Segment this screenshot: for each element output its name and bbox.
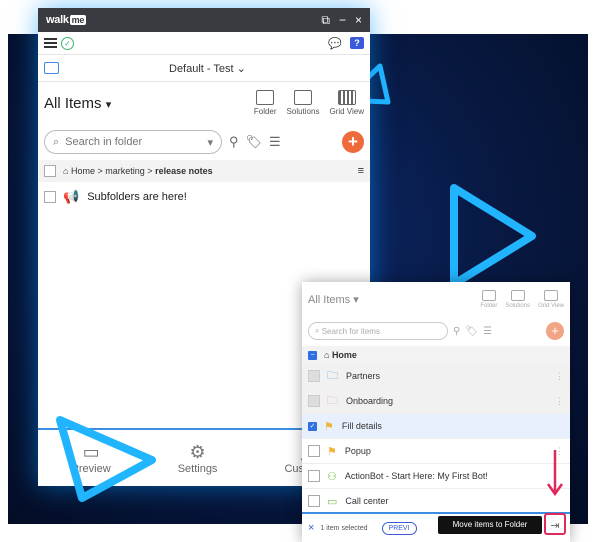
- tag-icon[interactable]: 🏷: [465, 326, 478, 337]
- select-all-checkbox[interactable]: [44, 165, 56, 177]
- preview-button[interactable]: ▭ Preview: [72, 442, 111, 475]
- titlebar: walk me ⧉ − ×: [38, 8, 370, 32]
- folder-add-icon: [256, 90, 275, 105]
- settings-button[interactable]: ⚙ Settings: [178, 442, 218, 475]
- panel-breadcrumb: − ⌂ Home: [302, 346, 570, 364]
- filter-icon[interactable]: ⚲: [453, 326, 460, 337]
- environment-bar: Default - Test ⌄: [38, 55, 370, 82]
- search-row: ⌕ ▾ ⚲ 🏷 ☰ +: [38, 124, 370, 160]
- folder-icon: 🗀: [327, 394, 338, 407]
- search-input[interactable]: [63, 135, 198, 149]
- panel-grid-view-button[interactable]: Grid View: [538, 289, 564, 309]
- row-checkbox[interactable]: [308, 370, 320, 382]
- all-items-dropdown[interactable]: All Items ▾: [44, 95, 111, 112]
- breadcrumb-marketing[interactable]: marketing: [105, 166, 145, 176]
- breadcrumb-current: release notes: [155, 166, 213, 176]
- search-box: ⌕ ▾: [44, 130, 222, 154]
- chat-icon[interactable]: 💬: [328, 37, 342, 50]
- row-menu-icon[interactable]: ⋮: [555, 446, 564, 457]
- move-folder-icon: ⇥: [550, 520, 560, 532]
- gear-icon: ⚙: [189, 441, 206, 462]
- smart-walkthru-icon: ⚑: [324, 420, 334, 433]
- sort-icon[interactable]: ☰: [269, 134, 281, 150]
- select-all-checkbox[interactable]: −: [308, 350, 317, 360]
- panel-search-row: ⌕ Search for items ⚲ 🏷 ☰ +: [302, 316, 570, 346]
- panel-add-button[interactable]: +: [546, 322, 564, 340]
- screen-icon[interactable]: [44, 62, 59, 74]
- launcher-icon: ▭: [327, 495, 338, 508]
- help-icon[interactable]: ?: [350, 37, 364, 49]
- table-row[interactable]: ✓ ⚑ Fill details: [302, 414, 570, 439]
- search-dropdown-icon[interactable]: ▾: [207, 136, 213, 149]
- move-to-folder-button[interactable]: ⇥: [544, 513, 566, 535]
- items-panel-overlay: All Items ▾ Folder Solutions Grid View ⌕…: [302, 282, 570, 542]
- move-to-folder-tooltip: Move items to Folder: [438, 516, 542, 534]
- megaphone-icon: 📢: [63, 189, 80, 204]
- solutions-icon: [294, 90, 312, 105]
- list-item[interactable]: 📢 Subfolders are here!: [38, 182, 370, 212]
- menu-icon[interactable]: [44, 38, 57, 48]
- table-row[interactable]: ▭ Call center: [302, 489, 570, 514]
- panel-crumb-home[interactable]: Home: [332, 350, 357, 360]
- row-checkbox[interactable]: [308, 445, 320, 457]
- breadcrumb: ⌂ Home > marketing > release notes ≡: [38, 160, 370, 182]
- restore-icon[interactable]: ⧉: [321, 13, 330, 28]
- row-checkbox[interactable]: [308, 495, 320, 507]
- preview-button[interactable]: PREVI: [381, 521, 417, 535]
- row-checkbox[interactable]: [308, 395, 320, 407]
- environment-selector[interactable]: Default - Test ⌄: [169, 62, 246, 75]
- row-menu-icon[interactable]: ⋮: [555, 396, 564, 407]
- grid-view-button[interactable]: Grid View: [329, 90, 364, 116]
- items-header: All Items ▾ Folder Solutions Grid View: [38, 82, 370, 124]
- panel-header: All Items ▾ Folder Solutions Grid View: [302, 282, 570, 316]
- folder-icon: 🗀: [327, 369, 338, 382]
- table-row[interactable]: ⚑ Popup ⋮: [302, 439, 570, 464]
- search-icon: ⌕: [315, 326, 322, 335]
- row-menu-icon[interactable]: ⋮: [555, 371, 564, 382]
- row-checkbox-checked[interactable]: ✓: [308, 421, 317, 431]
- solutions-button[interactable]: Solutions: [287, 90, 319, 116]
- actionbot-icon: ⚇: [327, 470, 337, 483]
- table-row[interactable]: ⚇ ActionBot - Start Here: My First Bot!: [302, 464, 570, 489]
- close-icon[interactable]: ×: [355, 13, 362, 27]
- preview-icon: ▭: [82, 441, 100, 462]
- grid-view-icon: [337, 90, 356, 105]
- filter-lines-icon[interactable]: ≡: [358, 165, 364, 177]
- add-item-button[interactable]: +: [342, 131, 364, 153]
- search-icon: ⌕: [53, 135, 60, 148]
- smart-walkthru-icon: ⚑: [327, 445, 337, 458]
- status-check-icon: ✓: [61, 36, 74, 50]
- table-row[interactable]: 🗀 Partners ⋮: [302, 364, 570, 389]
- breadcrumb-home[interactable]: Home: [71, 166, 95, 176]
- grid-view-icon: [544, 289, 559, 301]
- item-checkbox[interactable]: [44, 191, 56, 203]
- solutions-icon: [510, 289, 525, 301]
- table-row[interactable]: 🗀 Onboarding ⋮: [302, 389, 570, 414]
- panel-search-input[interactable]: ⌕ Search for items: [308, 322, 448, 340]
- panel-folder-button[interactable]: Folder: [480, 289, 497, 309]
- filter-icon[interactable]: ⚲: [229, 134, 239, 150]
- breadcrumb-path: ⌂ Home > marketing > release notes: [63, 166, 213, 176]
- folder-add-button[interactable]: Folder: [254, 90, 277, 116]
- walkme-logo: walk me: [46, 14, 87, 26]
- panel-all-items-dropdown[interactable]: All Items ▾: [308, 293, 359, 306]
- folder-add-icon: [481, 289, 496, 301]
- selected-count: 1 item selected: [320, 524, 368, 532]
- minimize-icon[interactable]: −: [339, 13, 346, 27]
- top-toolbar: ✓ 💬 ?: [38, 32, 370, 55]
- home-icon: ⌂: [63, 166, 69, 176]
- clear-selection-icon[interactable]: ×: [308, 522, 314, 534]
- sort-icon[interactable]: ☰: [483, 326, 492, 337]
- tag-icon[interactable]: 🏷: [246, 134, 263, 150]
- panel-solutions-button[interactable]: Solutions: [505, 289, 530, 309]
- row-checkbox[interactable]: [308, 470, 320, 482]
- item-label: Subfolders are here!: [87, 191, 187, 203]
- home-icon: ⌂: [324, 350, 332, 360]
